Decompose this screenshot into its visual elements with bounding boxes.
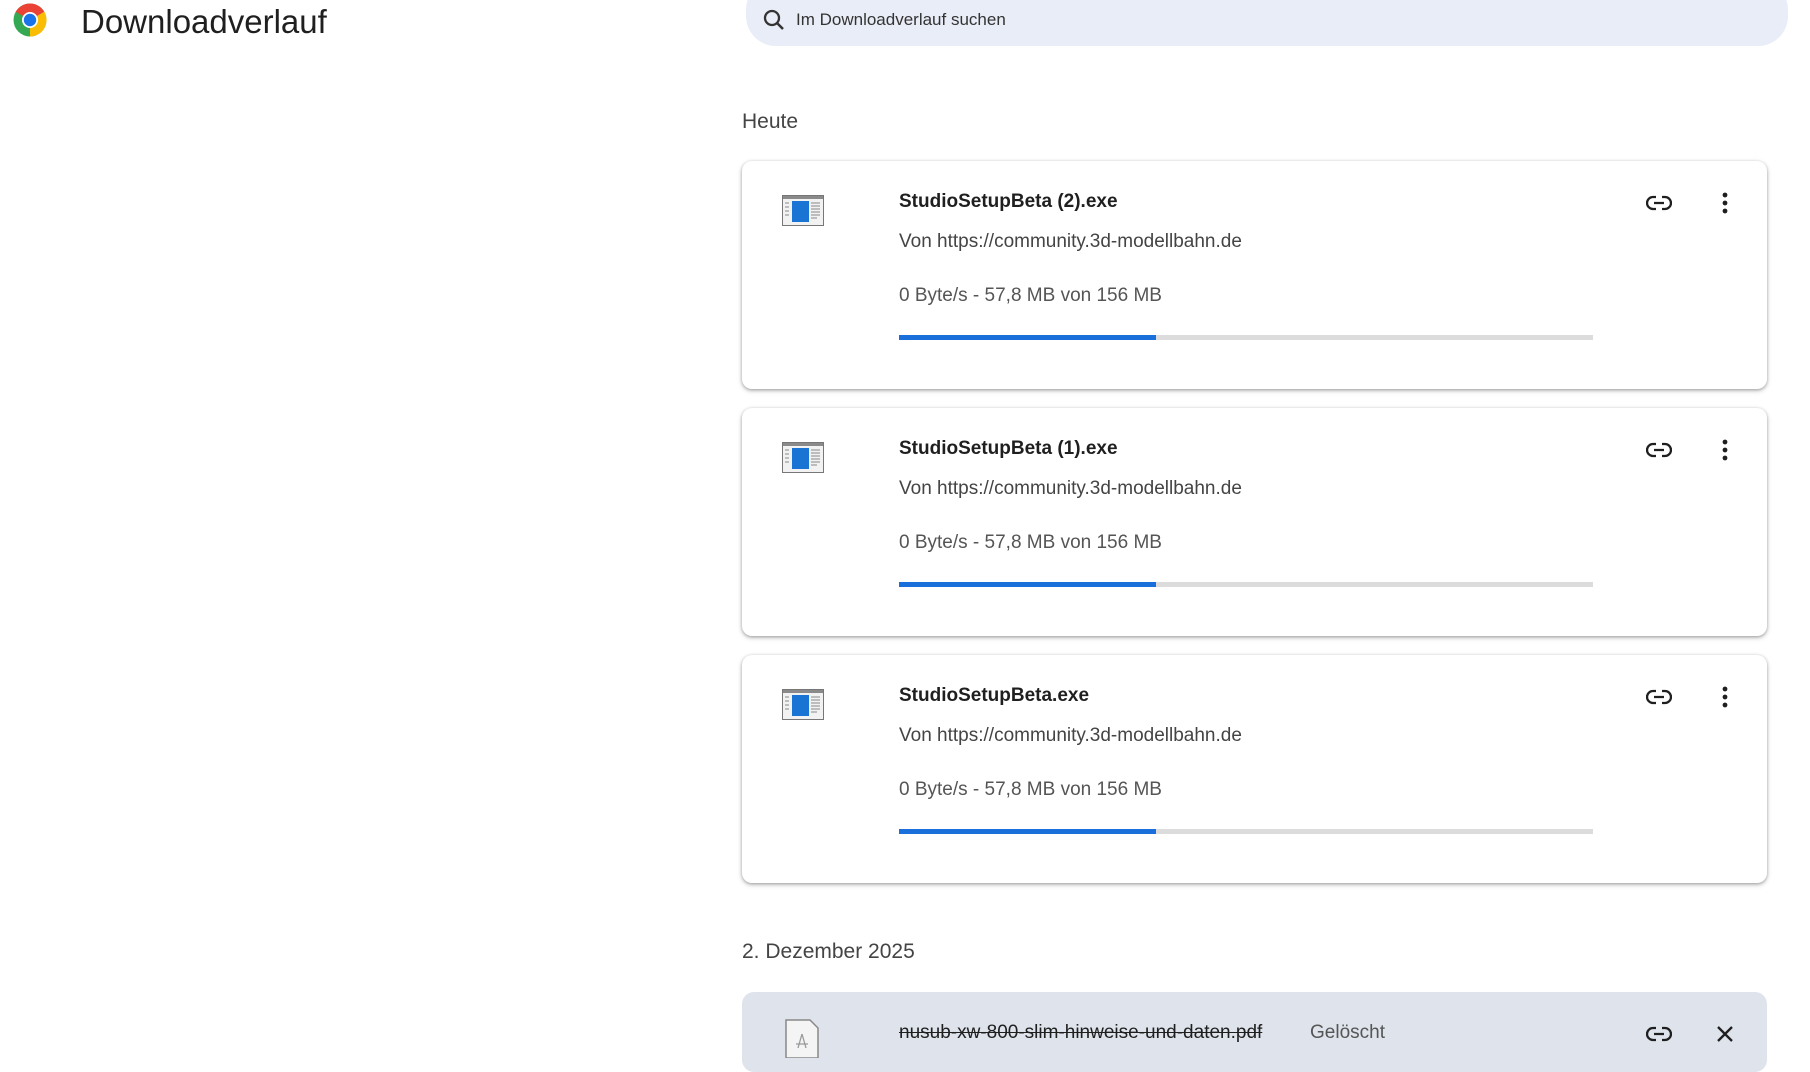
search-icon [763, 9, 784, 30]
progress-fill [899, 335, 1156, 340]
copy-link-button[interactable] [1641, 432, 1677, 468]
close-icon [1717, 1026, 1733, 1042]
more-actions-button[interactable] [1707, 432, 1743, 468]
pdf-file-icon [785, 1019, 819, 1058]
file-name[interactable]: StudioSetupBeta (1).exe [899, 438, 1118, 460]
exe-file-icon [782, 442, 824, 473]
download-status: 0 Byte/s - 57,8 MB von 156 MB [899, 532, 1162, 553]
progress-fill [899, 829, 1156, 834]
source-url[interactable]: Von https://community.3d-modellbahn.de [899, 231, 1242, 253]
progress-fill [899, 582, 1156, 587]
file-name[interactable]: StudioSetupBeta (2).exe [899, 191, 1118, 213]
more-vert-icon [1722, 686, 1728, 708]
copy-link-button[interactable] [1641, 679, 1677, 715]
copy-link-button[interactable] [1641, 1016, 1677, 1052]
more-vert-icon [1722, 192, 1728, 214]
section-heading-date: 2. Dezember 2025 [742, 940, 915, 963]
section-heading-today: Heute [742, 110, 799, 133]
more-actions-button[interactable] [1707, 185, 1743, 221]
download-status: 0 Byte/s - 57,8 MB von 156 MB [899, 779, 1162, 800]
link-icon [1646, 1026, 1672, 1042]
exe-file-icon [782, 689, 824, 720]
exe-file-icon [782, 195, 824, 226]
page-title: Downloadverlauf [81, 3, 327, 40]
file-name[interactable]: StudioSetupBeta.exe [899, 685, 1089, 707]
link-icon [1646, 442, 1672, 458]
status-deleted: Gelöscht [1310, 1022, 1385, 1043]
chrome-logo-icon [13, 3, 47, 37]
download-item-deleted: nusub-xw-800-slim-hinweise-und-daten.pdf… [742, 992, 1767, 1072]
link-icon [1646, 195, 1672, 211]
more-vert-icon [1722, 439, 1728, 461]
progress-bar [899, 582, 1593, 587]
copy-link-button[interactable] [1641, 185, 1677, 221]
source-url[interactable]: Von https://community.3d-modellbahn.de [899, 725, 1242, 747]
link-icon [1646, 689, 1672, 705]
download-item: StudioSetupBeta (1).exe Von https://comm… [742, 408, 1767, 636]
search-bar[interactable] [746, 0, 1788, 46]
remove-button[interactable] [1707, 1016, 1743, 1052]
source-url[interactable]: Von https://community.3d-modellbahn.de [899, 478, 1242, 500]
progress-bar [899, 829, 1593, 834]
progress-bar [899, 335, 1593, 340]
download-status: 0 Byte/s - 57,8 MB von 156 MB [899, 285, 1162, 306]
search-input[interactable] [796, 0, 1696, 40]
download-item: StudioSetupBeta.exe Von https://communit… [742, 655, 1767, 883]
file-name[interactable]: nusub-xw-800-slim-hinweise-und-daten.pdf [899, 1022, 1262, 1044]
download-item: StudioSetupBeta (2).exe Von https://comm… [742, 161, 1767, 389]
more-actions-button[interactable] [1707, 679, 1743, 715]
